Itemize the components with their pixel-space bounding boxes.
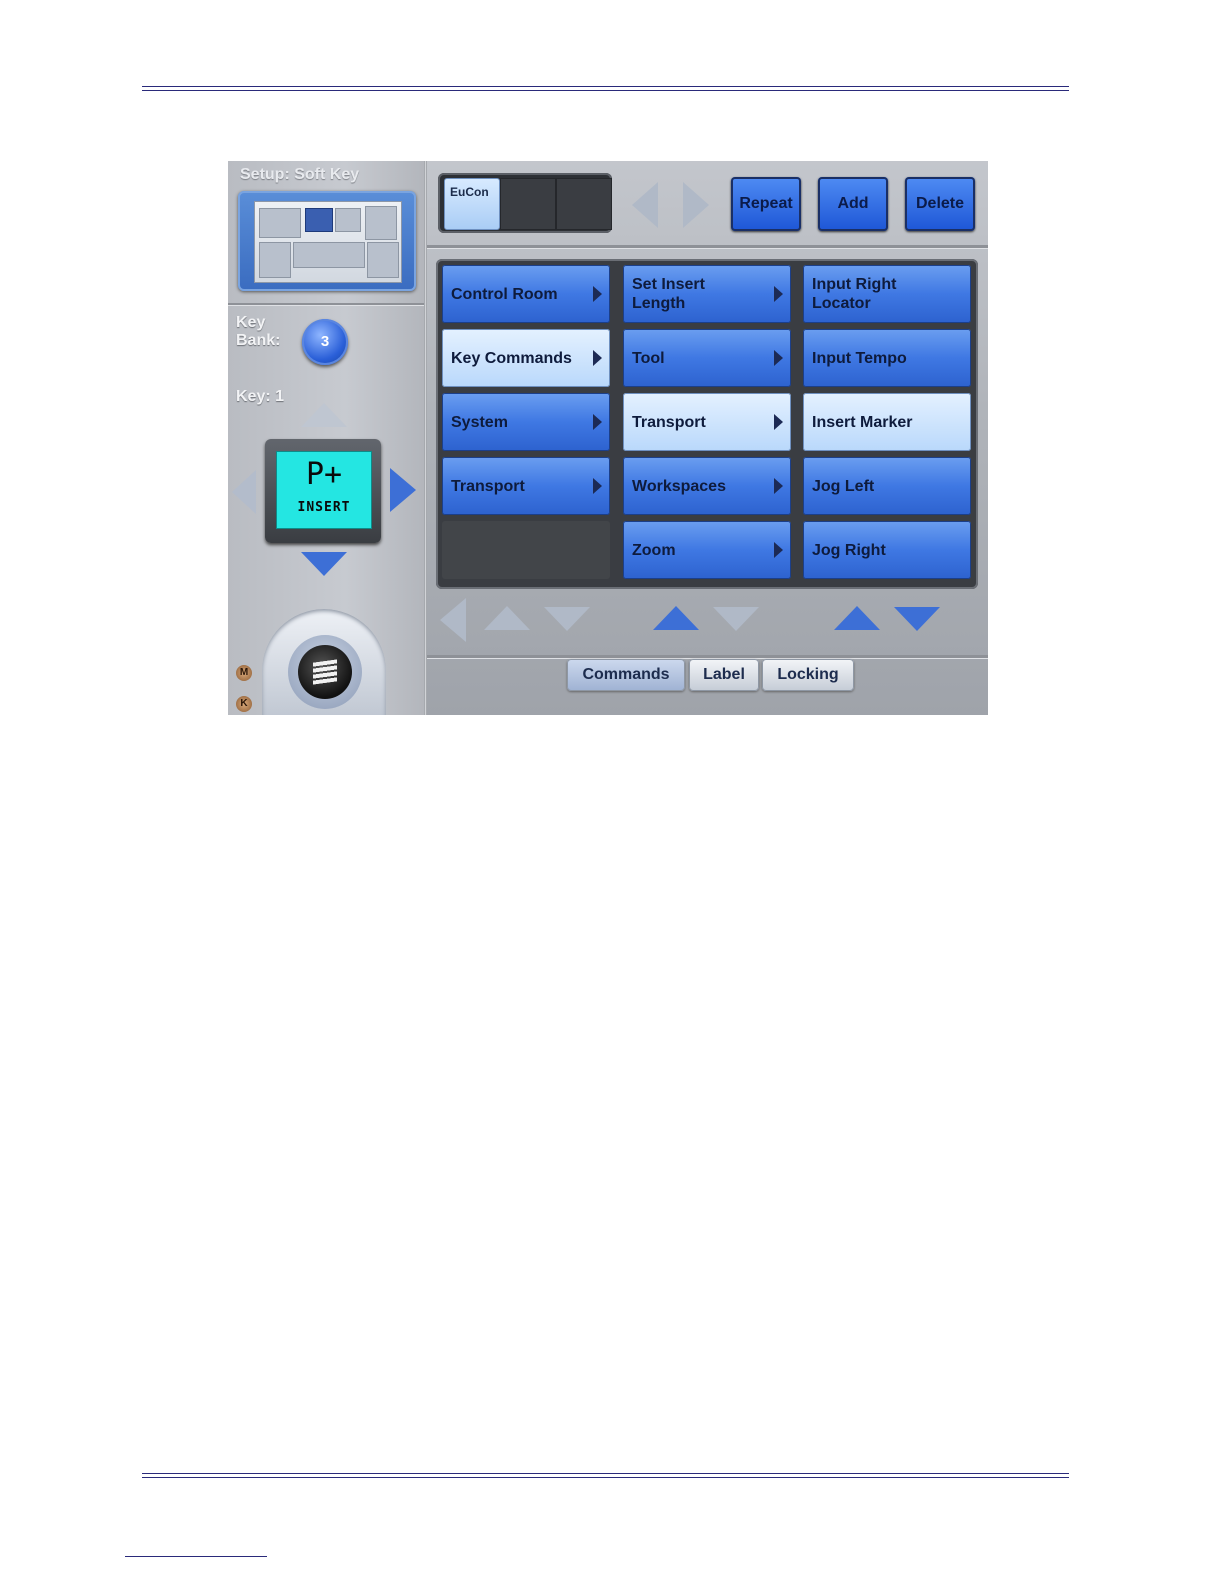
tab-locking[interactable]: Locking [762,659,854,691]
submenu-arrow-icon [774,286,783,302]
column1-up-arrow-icon[interactable] [484,606,530,630]
softkey-display[interactable]: P+ INSERT [265,439,381,543]
command-cell[interactable]: Control Room [442,265,610,323]
key-down-arrow-icon[interactable] [301,552,347,576]
softkey-display-face: P+ INSERT [276,451,372,529]
repeat-button[interactable]: Repeat [731,177,801,231]
logo-well [262,609,386,715]
device-slot-label: EuCon [450,185,489,199]
k-indicator-icon: K [236,696,252,712]
command-cell[interactable]: Zoom [623,521,791,579]
command-cell-label: Insert Marker [812,413,913,431]
column1-down-arrow-icon[interactable] [544,607,590,631]
command-cell-label: Jog Right [812,541,886,559]
command-cell-label: Workspaces [632,477,726,495]
key-bank-knob[interactable]: 3 [302,319,348,365]
softkey-setup-screenshot: Setup: Soft Key Key Bank: 3 Key: 1 P+ IN… [228,161,988,715]
command-cell[interactable]: Input Tempo [803,329,971,387]
device-slot-empty[interactable] [500,178,556,230]
command-cell[interactable]: Workspaces [623,457,791,515]
footer-rule [142,1473,1069,1478]
surface-preview[interactable] [238,191,416,291]
tab-commands[interactable]: Commands [567,659,685,691]
toolbar-divider [427,245,988,248]
command-cell-label: Tool [632,349,665,367]
control-surface-icon [254,201,402,283]
m-indicator-icon: M [236,665,252,681]
submenu-arrow-icon [774,350,783,366]
left-panel: Setup: Soft Key Key Bank: 3 Key: 1 P+ IN… [228,161,424,715]
command-cell-label: Transport [451,477,525,495]
submenu-arrow-icon [774,542,783,558]
key-up-arrow-icon[interactable] [301,403,347,427]
tabs-divider [427,655,988,658]
submenu-arrow-icon [593,414,602,430]
command-cell[interactable]: Insert Marker [803,393,971,451]
command-cell-label: Zoom [632,541,676,559]
column2-up-arrow-icon[interactable] [653,606,699,630]
column-back-arrow-icon[interactable] [440,598,466,642]
delete-button[interactable]: Delete [905,177,975,231]
key-bank-label-line1: Key [236,314,266,331]
command-cell[interactable]: Jog Right [803,521,971,579]
command-cell-label: System [451,413,508,431]
euphonix-logo-icon [298,645,352,699]
submenu-arrow-icon [593,350,602,366]
command-cell[interactable]: Set Insert Length [623,265,791,323]
softkey-glyph: P+ [305,457,343,492]
submenu-arrow-icon [774,414,783,430]
command-cell-label: Jog Left [812,477,875,495]
key-label: Key: 1 [236,388,285,405]
tab-label[interactable]: Label [689,659,759,691]
command-cell[interactable]: Key Commands [442,329,610,387]
command-cell-label: Input Right Locator [812,276,897,312]
command-cell[interactable]: Transport [623,393,791,451]
softkey-text: INSERT [297,500,351,515]
header-rule [142,86,1069,91]
command-cell[interactable]: Jog Left [803,457,971,515]
command-cell-label: Transport [632,413,706,431]
command-cell-empty [442,521,610,579]
device-slot-eucon[interactable]: EuCon [444,178,500,230]
key-left-arrow-icon[interactable] [232,470,256,514]
column3-up-arrow-icon[interactable] [834,606,880,630]
command-cell[interactable]: System [442,393,610,451]
column2-down-arrow-icon[interactable] [713,607,759,631]
command-cell-label: Input Tempo [812,349,907,367]
device-slot-empty[interactable] [556,178,612,230]
key-right-arrow-icon[interactable] [390,468,416,512]
strip-left-arrow-icon[interactable] [632,182,658,228]
left-divider [228,303,424,305]
footnote-rule [125,1556,267,1557]
add-button[interactable]: Add [818,177,888,231]
command-cell[interactable]: Transport [442,457,610,515]
column3-down-arrow-icon[interactable] [894,607,940,631]
command-cell[interactable]: Tool [623,329,791,387]
strip-right-arrow-icon[interactable] [683,182,709,228]
submenu-arrow-icon [774,478,783,494]
command-cell[interactable]: Input Right Locator [803,265,971,323]
command-cell-label: Set Insert Length [632,276,705,312]
submenu-arrow-icon [593,478,602,494]
command-cell-label: Key Commands [451,349,572,367]
logo-ring [288,635,362,709]
command-cell-label: Control Room [451,285,558,303]
submenu-arrow-icon [593,286,602,302]
setup-title: Setup: Soft Key [240,166,360,183]
key-bank-label-line2: Bank: [236,332,281,349]
device-strip: EuCon [438,173,612,233]
